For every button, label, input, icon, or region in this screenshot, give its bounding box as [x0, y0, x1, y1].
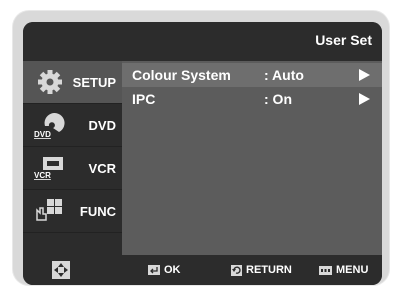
- page-title: User Set: [315, 32, 372, 48]
- sidebar-item-vcr[interactable]: VCR VCR: [23, 147, 122, 190]
- footer-bar: OK RETURN MENU: [23, 255, 382, 285]
- sidebar-item-dvd[interactable]: DVD DVD: [23, 104, 122, 147]
- ok-label: OK: [164, 264, 181, 276]
- dvd-badge: DVD: [34, 130, 51, 139]
- gear-icon: [38, 70, 62, 94]
- settings-panel: Colour System : Auto IPC : On: [122, 61, 382, 255]
- return-hint: RETURN: [231, 255, 292, 285]
- return-arrow-icon: [231, 264, 242, 276]
- dvd-disc-icon: DVD: [34, 113, 65, 139]
- menu-row-name: IPC: [132, 91, 156, 107]
- sidebar-item-setup[interactable]: SETUP: [23, 61, 122, 104]
- arrow-right-icon: [359, 69, 370, 81]
- function-grid-icon: [36, 199, 62, 221]
- sidebar-item-label: DVD: [88, 117, 116, 133]
- osd-screen: User Set SETUP DVD DVD VCR VCR FUNC Colo…: [23, 22, 382, 285]
- navigate-hint: [51, 255, 71, 285]
- menu-row-colour-system[interactable]: Colour System : Auto: [122, 63, 382, 87]
- menu-row-value: : Auto: [264, 67, 304, 83]
- arrow-right-icon: [359, 93, 370, 105]
- ok-hint: OK: [148, 255, 181, 285]
- menu-row-value: : On: [264, 91, 292, 107]
- return-label: RETURN: [246, 264, 292, 276]
- menu-row-name: Colour System: [132, 67, 231, 83]
- menu-row-ipc[interactable]: IPC : On: [122, 87, 382, 111]
- menu-hint: MENU: [319, 255, 368, 285]
- sidebar-item-label: FUNC: [79, 203, 116, 219]
- sidebar-item-label: VCR: [88, 160, 116, 176]
- header-bar: User Set: [23, 22, 382, 61]
- sidebar: SETUP DVD DVD VCR VCR FUNC: [23, 61, 122, 255]
- vcr-tape-icon: VCR: [34, 157, 63, 180]
- sidebar-item-func[interactable]: FUNC: [23, 190, 122, 233]
- menu-label: MENU: [336, 264, 369, 276]
- sidebar-item-label: SETUP: [72, 74, 116, 90]
- vcr-badge: VCR: [34, 171, 51, 180]
- menu-key-icon: [319, 265, 332, 275]
- enter-key-icon: [148, 265, 160, 275]
- dpad-navigate-icon: [52, 261, 70, 279]
